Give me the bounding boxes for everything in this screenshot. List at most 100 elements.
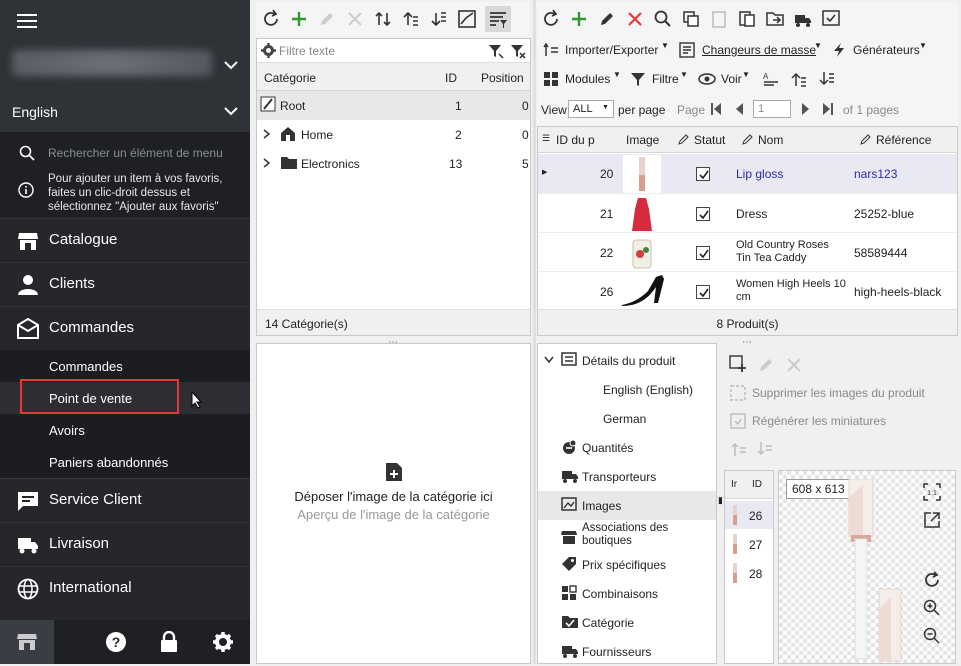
menu-generators[interactable]: Générateurs (853, 43, 920, 57)
refresh-icon[interactable] (541, 9, 561, 29)
chevron-right-icon[interactable] (263, 129, 271, 139)
search-icon[interactable] (653, 9, 673, 29)
prev-page-icon[interactable] (734, 102, 744, 116)
tree-item-fournisseurs[interactable]: Fournisseurs (538, 637, 716, 666)
image-edit-icon[interactable] (457, 9, 477, 29)
image-preview[interactable]: 608 x 613 1:1 (778, 470, 956, 664)
first-page-icon[interactable] (710, 102, 722, 116)
hamburger-icon[interactable] (17, 13, 37, 29)
delivery-icon[interactable] (793, 9, 813, 29)
status-checkbox[interactable] (696, 167, 710, 181)
move-down-icon[interactable] (818, 70, 836, 88)
col-image[interactable]: Ir (731, 479, 737, 490)
sidebar-item-commandes[interactable]: Commandes (0, 306, 250, 350)
view-select[interactable]: ALL ▼ (568, 100, 614, 118)
col-id[interactable]: ID du p (556, 133, 595, 147)
sub-item-commandes[interactable]: Commandes (0, 350, 250, 382)
col-id[interactable]: ID (445, 71, 457, 85)
category-image-dropzone[interactable]: Déposer l'image de la catégorie ici Aper… (256, 343, 531, 664)
gear-icon[interactable] (261, 43, 276, 58)
zoom-out-icon[interactable] (923, 627, 941, 645)
menu-modules[interactable]: Modules (565, 72, 610, 86)
product-row[interactable]: 22 Old Country Roses Tin Tea Caddy 58589… (538, 232, 957, 272)
tree-item-prix[interactable]: Prix spécifiques (538, 550, 716, 579)
actual-size-icon[interactable]: 1:1 (923, 483, 941, 501)
tree-item-german[interactable]: German (538, 404, 716, 433)
chevron-right-icon[interactable] (263, 158, 271, 168)
product-row[interactable]: 21 Dress 25252-blue (538, 193, 957, 233)
open-external-icon[interactable] (923, 511, 941, 529)
menu-lines-icon[interactable]: ☰ (542, 133, 550, 144)
shop-selector-blurred[interactable] (12, 50, 212, 76)
move-up-down-icon[interactable] (373, 9, 393, 29)
category-filter-input[interactable]: Filtre texte (279, 44, 335, 58)
rotate-icon[interactable] (923, 571, 941, 589)
move-up-icon[interactable] (401, 9, 421, 29)
category-row[interactable]: Root 1 0 (257, 91, 530, 120)
tree-item-categorie[interactable]: Catégorie (538, 608, 716, 637)
edit-icon[interactable] (317, 9, 337, 29)
tree-item-quantites[interactable]: Quantités (538, 433, 716, 462)
tree-item-associations[interactable]: Associations des boutiques (538, 520, 716, 552)
product-row[interactable]: 26 Women High Heels 10 cm high-heels-bla… (538, 271, 957, 307)
edit-icon[interactable] (597, 9, 617, 29)
paste-icon[interactable] (709, 9, 729, 29)
add-icon[interactable] (289, 9, 309, 29)
delete-icon[interactable] (785, 356, 803, 374)
duplicate-icon[interactable] (681, 9, 701, 29)
status-checkbox[interactable] (696, 207, 710, 221)
status-checkbox[interactable] (696, 285, 710, 299)
sidebar-item-livraison[interactable]: Livraison (0, 522, 250, 566)
edit-icon[interactable] (757, 356, 775, 374)
col-position[interactable]: Position (481, 71, 524, 85)
sidebar-item-clients[interactable]: Clients (0, 262, 250, 306)
col-categorie[interactable]: Catégorie (264, 71, 316, 85)
chevron-down-icon[interactable] (224, 60, 238, 70)
tree-item-images[interactable]: Images (538, 491, 716, 520)
move-to-folder-icon[interactable] (765, 9, 785, 29)
sidebar-item-international[interactable]: International (0, 566, 250, 610)
col-nom[interactable]: Nom (758, 133, 783, 147)
next-page-icon[interactable] (801, 102, 811, 116)
menu-import-export[interactable]: Importer/Exporter (565, 43, 658, 57)
col-id[interactable]: ID (752, 479, 762, 490)
move-down-icon[interactable] (756, 441, 774, 457)
category-row[interactable]: Home 2 0 (257, 120, 530, 149)
col-reference[interactable]: Référence (876, 133, 931, 147)
move-up-icon[interactable] (790, 70, 808, 88)
vertical-splitter[interactable] (533, 0, 536, 664)
last-page-icon[interactable] (822, 102, 834, 116)
chevron-down-icon[interactable] (544, 356, 554, 364)
action-delete-images[interactable]: Supprimer les images du produit (752, 386, 925, 400)
filter-list-icon[interactable] (485, 6, 511, 32)
action-regenerate-thumbnails[interactable]: Régénérer les miniatures (752, 414, 886, 428)
sidebar-item-catalogue[interactable]: Catalogue (0, 218, 250, 262)
page-input[interactable]: 1 (753, 100, 791, 118)
tree-item-transporteurs[interactable]: Transporteurs (538, 462, 716, 491)
zoom-in-icon[interactable] (923, 599, 941, 617)
delete-icon[interactable] (625, 9, 645, 29)
store-button[interactable] (0, 620, 54, 664)
language-selector[interactable]: English (12, 104, 58, 120)
status-checkbox[interactable] (696, 246, 710, 260)
tree-item-details[interactable]: Détails du produit (538, 346, 716, 375)
tree-item-combinaisons[interactable]: Combinaisons (538, 579, 716, 608)
sub-item-avoirs[interactable]: Avoirs (0, 414, 250, 446)
image-row[interactable]: 28 (725, 559, 773, 587)
help-icon[interactable]: ? (105, 631, 127, 653)
menu-search-input[interactable]: Rechercher un élément de menu (48, 146, 223, 160)
sidebar-item-service-client[interactable]: Service Client (0, 478, 250, 522)
checklist-icon[interactable] (821, 9, 841, 29)
menu-voir[interactable]: Voir (721, 72, 742, 86)
gear-icon[interactable] (212, 631, 234, 653)
clear-filter-icon[interactable] (510, 43, 526, 59)
tree-item-english[interactable]: English (English) (538, 375, 716, 404)
menu-mass-changer[interactable]: Changeurs de masse (702, 43, 816, 57)
filter-icon[interactable] (488, 43, 504, 59)
sort-alpha-icon[interactable]: A (762, 70, 780, 88)
product-row[interactable]: ▶ 20 Lip gloss nars123 (538, 154, 957, 193)
copy-icon[interactable] (737, 9, 757, 29)
category-row[interactable]: Electronics 13 5 (257, 149, 530, 178)
move-down-icon[interactable] (429, 9, 449, 29)
lock-icon[interactable] (160, 631, 178, 653)
